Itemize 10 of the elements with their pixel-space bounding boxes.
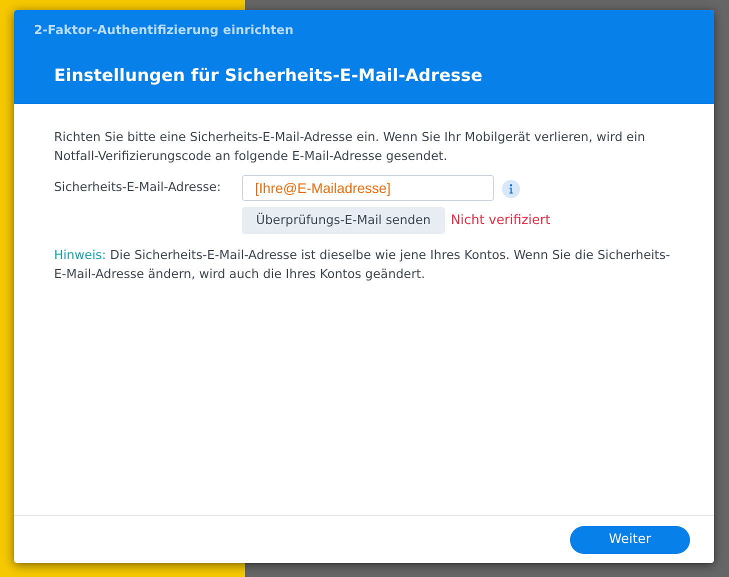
note-text: Hinweis: Die Sicherheits-E-Mail-Adresse ist dieselbe wie jene Ihres Kontos. Wenn Sie die Sicherheits-E-Mail-Adresse ändern, wird auch die Ihres Kontos geändert. xyxy=(54,247,672,283)
intro-text: Richten Sie bitte eine Sicherheits-E-Mail-Adresse ein. Wenn Sie Ihr Mobilgerät verlieren, wird ein Notfall-Verifizierungscode an folgende E-Mail-Adresse gesendet. xyxy=(54,129,646,165)
field-label: Sicherheits-E-Mail-Adresse: xyxy=(54,179,222,196)
next-button[interactable]: Weiter xyxy=(570,526,690,554)
email-field[interactable]: [Ihre@E-Mailadresse] xyxy=(242,175,494,201)
dialog-heading: Einstellungen für Sicherheits-E-Mail-Adresse xyxy=(54,66,484,86)
send-email-button[interactable]: Überprüfungs-E-Mail senden xyxy=(242,207,445,234)
verification-status: Nicht verifiziert xyxy=(450,212,550,230)
info-icon[interactable] xyxy=(502,180,520,198)
window-title: 2-Faktor-Authentifizierung einrichten xyxy=(34,23,294,37)
